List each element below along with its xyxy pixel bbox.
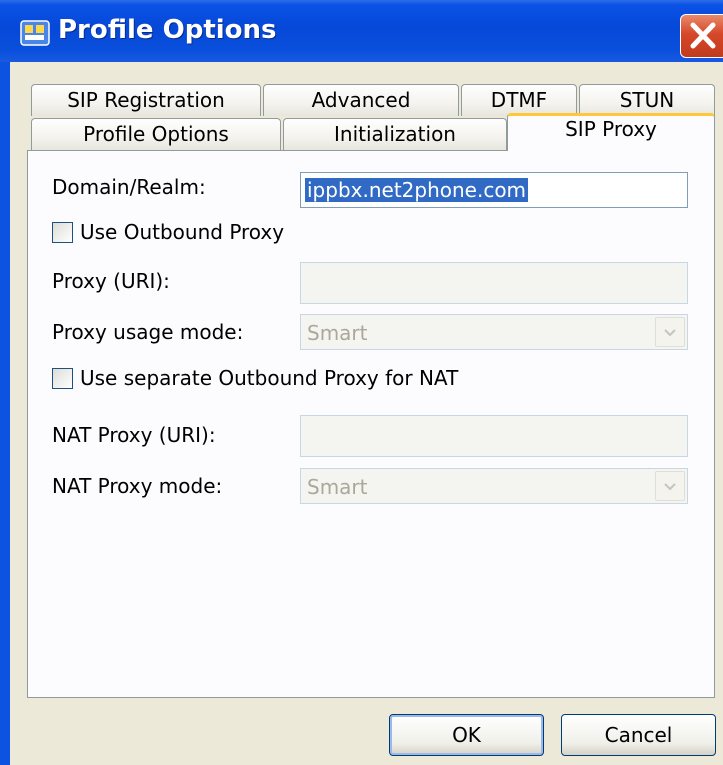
window-frame-left — [0, 62, 10, 765]
nat-proxy-mode-select[interactable]: Smart — [300, 468, 688, 504]
title-bar: Profile Options — [0, 0, 723, 62]
tab-initialization[interactable]: Initialization — [283, 118, 507, 150]
nat-proxy-mode-value: Smart — [307, 475, 368, 499]
cancel-button[interactable]: Cancel — [561, 714, 716, 756]
use-separate-nat-proxy-checkbox[interactable] — [52, 368, 73, 389]
tab-advanced[interactable]: Advanced — [263, 84, 459, 116]
proxy-usage-mode-dropdown-button[interactable] — [655, 317, 685, 347]
proxy-usage-mode-label: Proxy usage mode: — [52, 320, 244, 344]
nat-proxy-mode-label: NAT Proxy mode: — [52, 474, 223, 498]
tab-sip-proxy[interactable]: SIP Proxy — [507, 113, 715, 151]
app-icon — [20, 20, 50, 46]
domain-realm-value: ippbx.net2phone.com — [305, 178, 529, 202]
tab-sip-registration[interactable]: SIP Registration — [31, 84, 261, 116]
use-separate-nat-proxy-label[interactable]: Use separate Outbound Proxy for NAT — [80, 366, 458, 390]
nat-proxy-uri-input[interactable] — [300, 415, 688, 457]
close-icon — [690, 22, 716, 49]
use-outbound-proxy-label[interactable]: Use Outbound Proxy — [80, 220, 284, 244]
proxy-uri-label: Proxy (URI): — [52, 269, 170, 293]
tab-stun[interactable]: STUN — [579, 84, 715, 116]
chevron-down-icon — [664, 329, 676, 337]
chevron-down-icon — [664, 483, 676, 491]
tab-dtmf[interactable]: DTMF — [461, 84, 577, 116]
tab-profile-options[interactable]: Profile Options — [31, 118, 281, 150]
nat-proxy-uri-label: NAT Proxy (URI): — [52, 423, 216, 447]
ok-button[interactable]: OK — [389, 714, 544, 756]
close-button[interactable] — [680, 14, 723, 58]
nat-proxy-mode-dropdown-button[interactable] — [655, 471, 685, 501]
proxy-uri-input[interactable] — [300, 262, 688, 304]
proxy-usage-mode-value: Smart — [307, 321, 368, 345]
domain-realm-input[interactable]: ippbx.net2phone.com — [300, 172, 688, 208]
domain-realm-label: Domain/Realm: — [52, 175, 206, 199]
window-title: Profile Options — [58, 15, 277, 45]
use-outbound-proxy-checkbox[interactable] — [52, 222, 73, 243]
proxy-usage-mode-select[interactable]: Smart — [300, 314, 688, 350]
